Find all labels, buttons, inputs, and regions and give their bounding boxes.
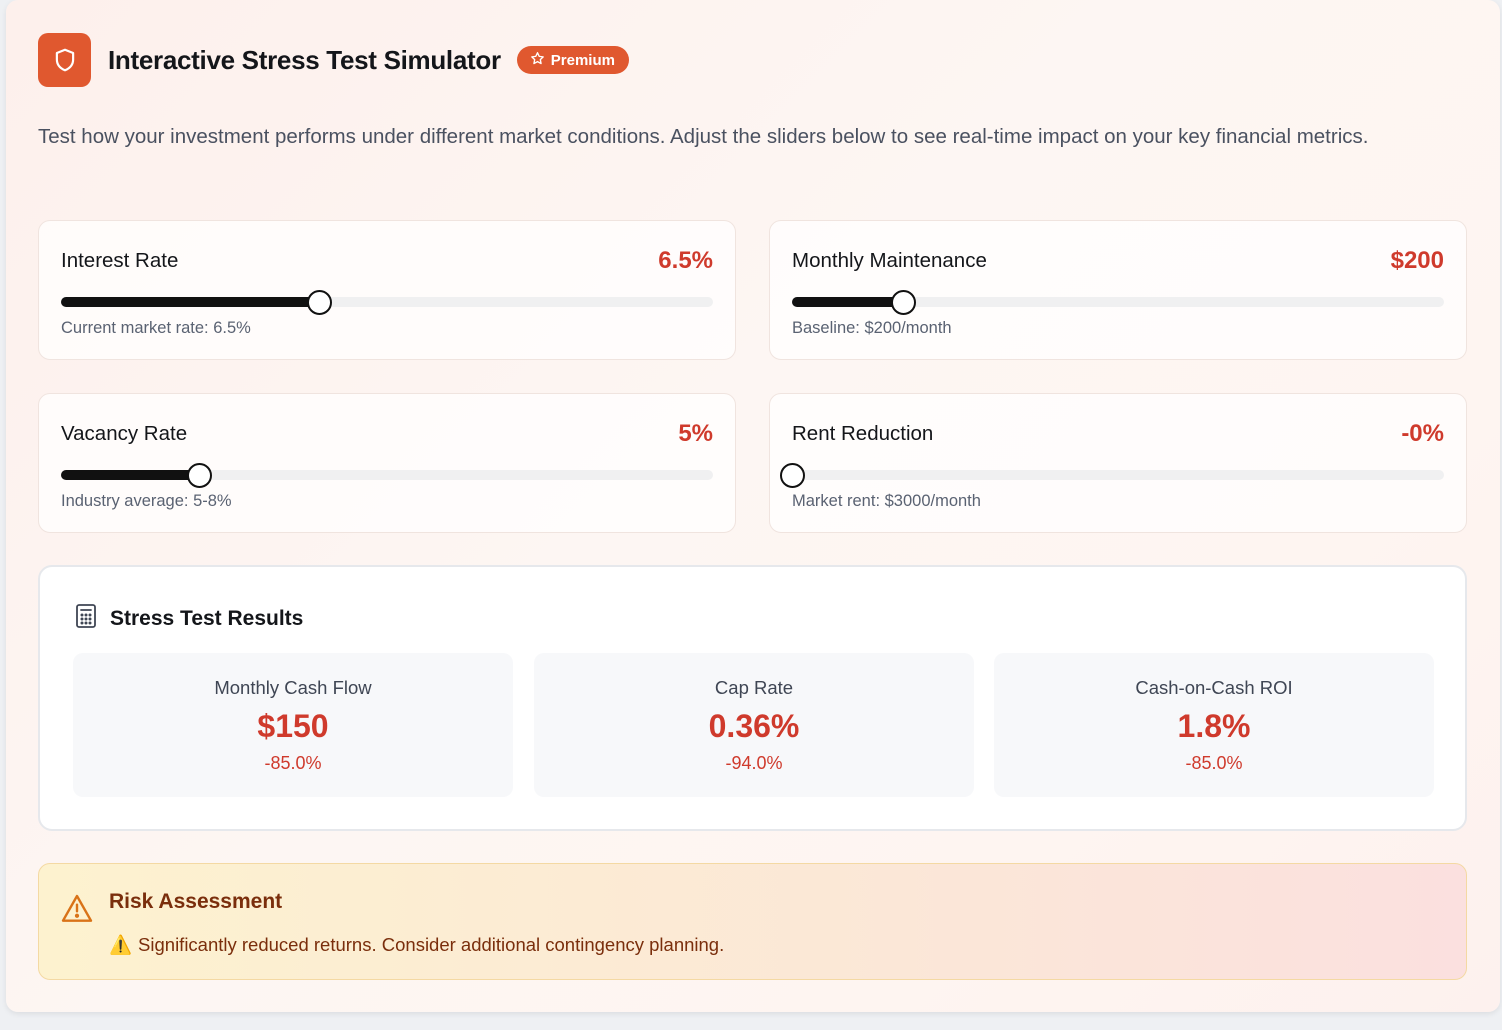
metric-value: 0.36% xyxy=(708,708,800,744)
stress-test-card: Interactive Stress Test Simulator Premiu… xyxy=(6,0,1500,1012)
slider-value: $200 xyxy=(1390,247,1444,274)
slider-fill xyxy=(792,297,904,307)
risk-message-text: Significantly reduced returns. Consider … xyxy=(138,934,725,955)
slider-label: Monthly Maintenance xyxy=(792,249,987,272)
slider-label: Interest Rate xyxy=(61,249,179,272)
slider-thumb[interactable] xyxy=(780,463,805,488)
stress-test-results: Stress Test Results Monthly Cash Flow $1… xyxy=(38,565,1467,831)
rent-reduction-slider[interactable] xyxy=(780,463,1444,488)
metric-cash-on-cash-roi: Cash-on-Cash ROI 1.8% -85.0% xyxy=(994,653,1434,797)
metric-label: Cash-on-Cash ROI xyxy=(1135,677,1293,698)
premium-badge: Premium xyxy=(516,46,629,74)
metric-change: -85.0% xyxy=(264,753,322,773)
slider-fill xyxy=(61,297,319,307)
slider-thumb[interactable] xyxy=(187,463,213,488)
calculator-icon xyxy=(74,603,98,634)
results-header: Stress Test Results xyxy=(74,603,303,634)
description: Test how your investment performs under … xyxy=(38,125,1369,148)
monthly-maintenance-card: Monthly Maintenance $200 Baseline: $200/… xyxy=(769,220,1467,360)
warning-emoji: ⚠️ xyxy=(109,934,133,955)
rent-reduction-card: Rent Reduction -0% Market rent: $3000/mo… xyxy=(769,393,1467,533)
slider-hint: Current market rate: 6.5% xyxy=(61,319,251,337)
interest-rate-slider[interactable] xyxy=(61,290,713,315)
results-title: Stress Test Results xyxy=(110,606,304,630)
header: Interactive Stress Test Simulator Premiu… xyxy=(38,33,629,87)
metric-cap-rate: Cap Rate 0.36% -94.0% xyxy=(534,653,974,797)
slider-label: Rent Reduction xyxy=(792,422,934,445)
slider-thumb[interactable] xyxy=(306,290,332,315)
page-title: Interactive Stress Test Simulator xyxy=(108,44,501,75)
slider-hint: Market rent: $3000/month xyxy=(792,492,981,510)
star-icon xyxy=(530,51,545,70)
metric-change: -94.0% xyxy=(725,753,783,773)
vacancy-rate-card: Vacancy Rate 5% Industry average: 5-8% xyxy=(38,393,736,533)
metric-value: $150 xyxy=(257,708,329,744)
slider-value: 5% xyxy=(678,420,713,447)
metric-change: -85.0% xyxy=(1185,753,1243,773)
slider-value: -0% xyxy=(1401,420,1444,447)
warning-triangle-icon xyxy=(61,893,93,928)
badge-label: Premium xyxy=(550,51,615,69)
metric-label: Cap Rate xyxy=(714,677,794,698)
metric-monthly-cash-flow: Monthly Cash Flow $150 -85.0% xyxy=(73,653,513,797)
metric-label: Monthly Cash Flow xyxy=(214,677,372,698)
slider-label: Vacancy Rate xyxy=(61,422,188,445)
slider-thumb[interactable] xyxy=(891,290,917,315)
slider-value: 6.5% xyxy=(658,247,713,274)
slider-hint: Industry average: 5-8% xyxy=(61,492,232,510)
slider-hint: Baseline: $200/month xyxy=(792,319,952,337)
vacancy-rate-slider[interactable] xyxy=(61,463,713,488)
risk-message: ⚠️ Significantly reduced returns. Consid… xyxy=(109,934,724,956)
risk-title: Risk Assessment xyxy=(109,890,283,913)
monthly-maintenance-slider[interactable] xyxy=(792,290,1444,315)
metric-value: 1.8% xyxy=(1177,708,1251,744)
risk-assessment: Risk Assessment ⚠️ Significantly reduced… xyxy=(38,863,1467,980)
interest-rate-card: Interest Rate 6.5% Current market rate: … xyxy=(38,220,736,360)
shield-icon xyxy=(38,33,91,87)
slider-fill xyxy=(61,470,200,480)
